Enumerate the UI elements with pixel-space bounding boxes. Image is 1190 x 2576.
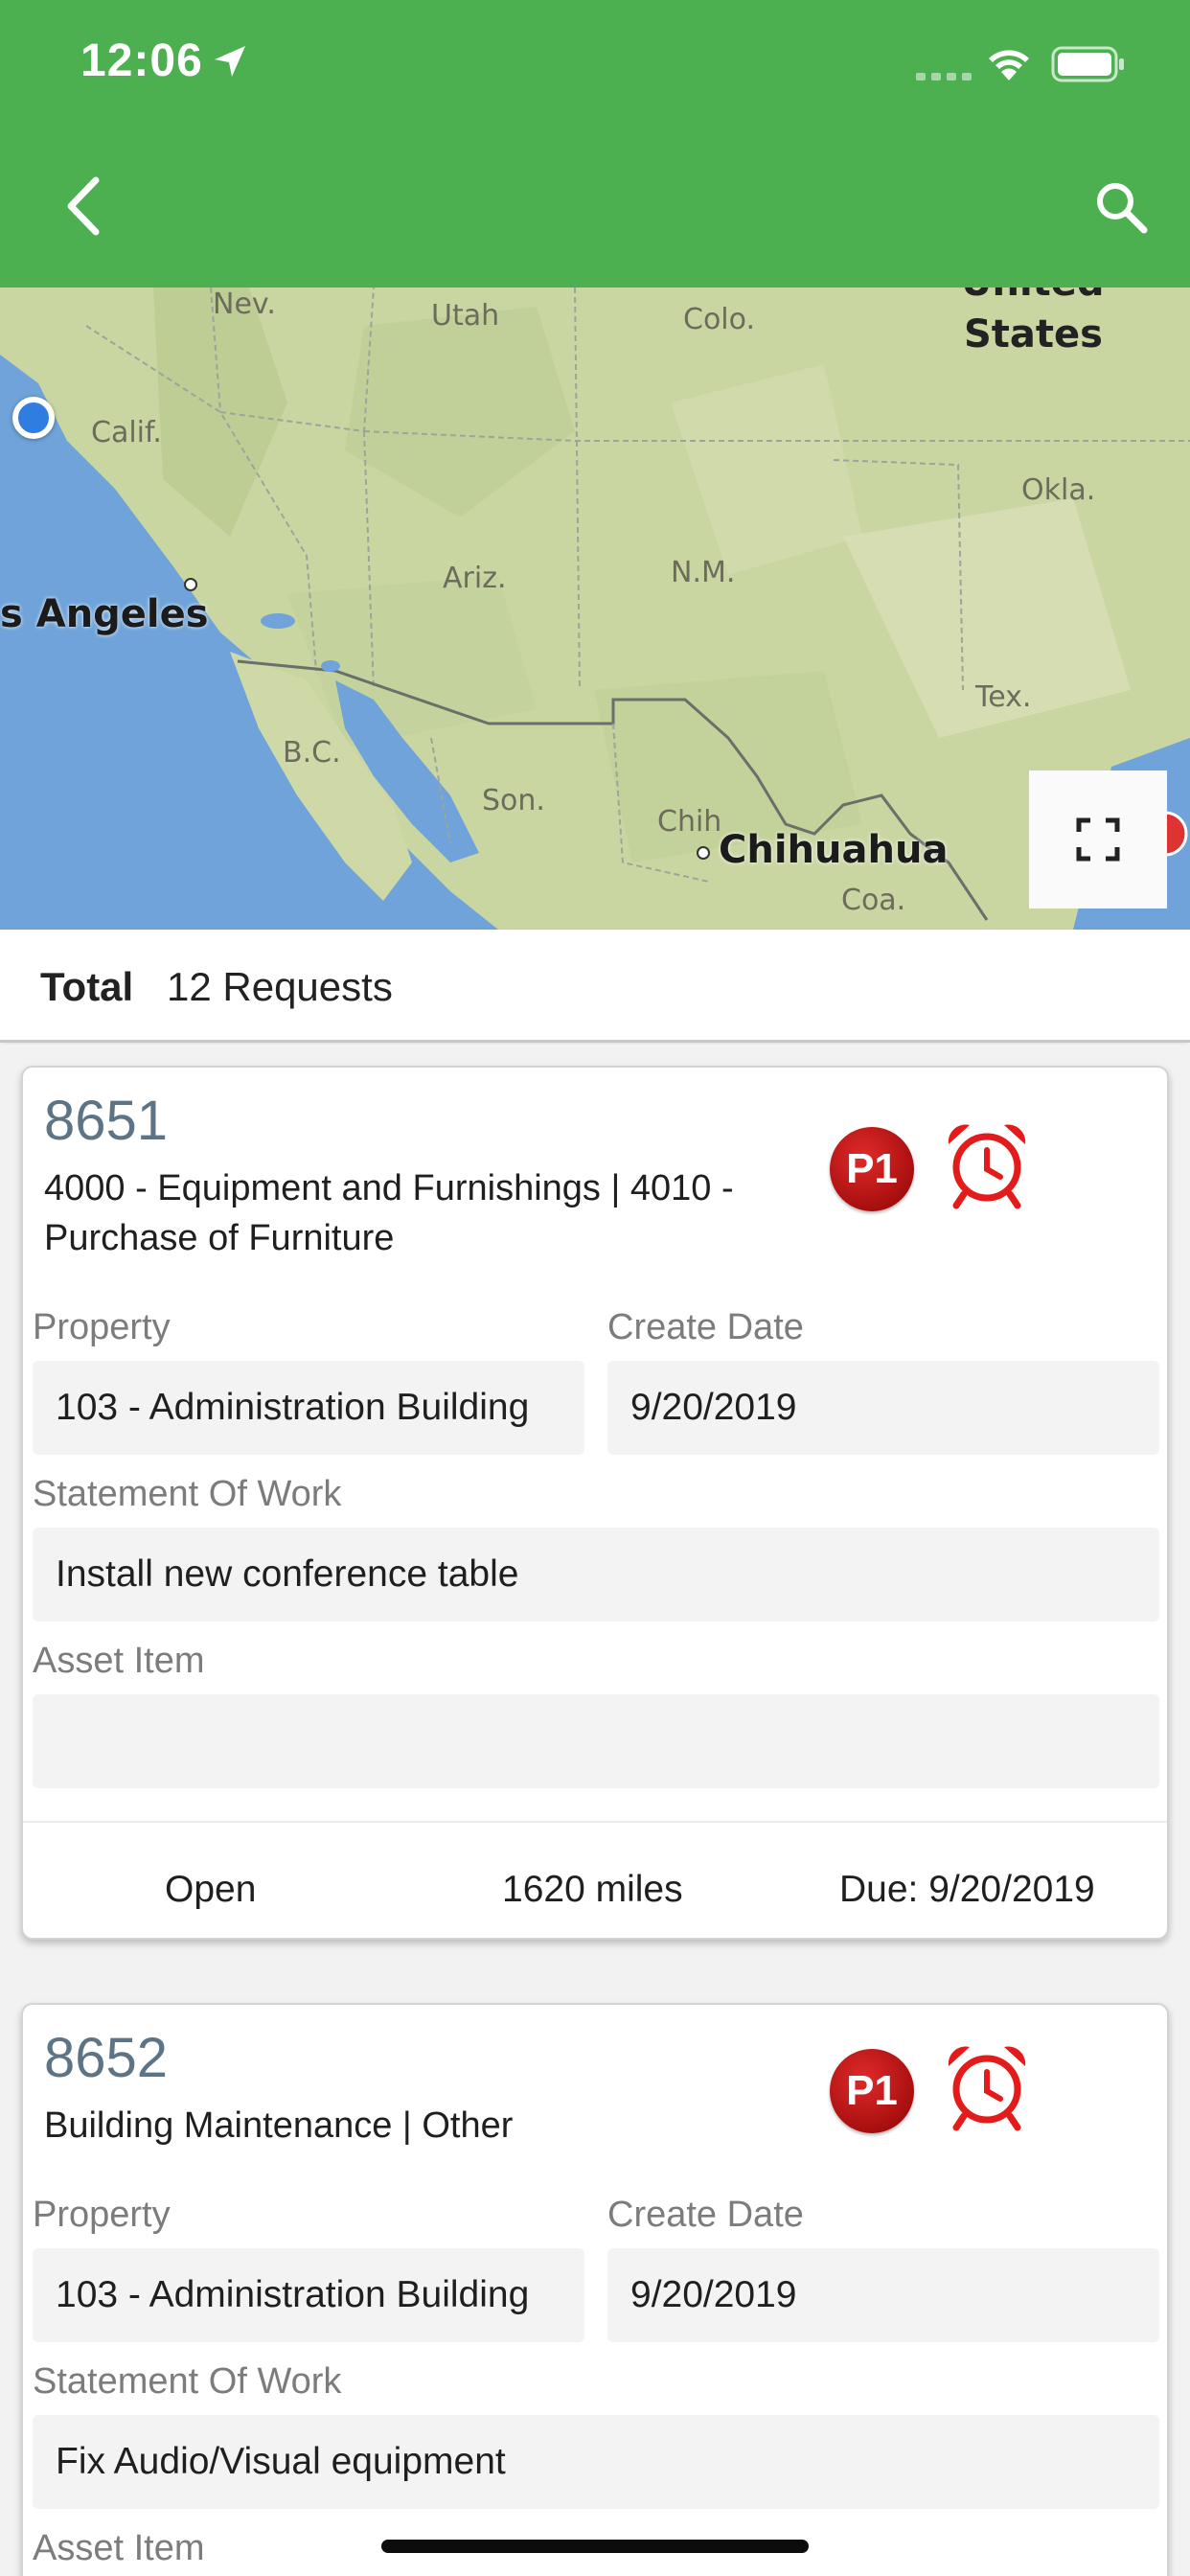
map-view[interactable]: Nev. Utah Colo. United States Calif. Okl…	[0, 288, 1190, 930]
search-icon	[1097, 183, 1148, 234]
app-header: 12:06	[0, 0, 1190, 288]
summary-label: Total	[40, 964, 134, 1009]
cellular-signal-icon	[916, 73, 972, 80]
request-category: Building Maintenance | Other	[44, 2105, 514, 2146]
map-label-los-angeles: s Angeles	[0, 592, 209, 636]
map-label-utah: Utah	[431, 299, 500, 333]
asset-item-value	[33, 1694, 1159, 1788]
map-label-chihuahua: Chihuahua	[719, 828, 949, 872]
search-button[interactable]	[1090, 176, 1152, 238]
map-label-california: Calif.	[91, 416, 162, 449]
request-id: 8651	[44, 1090, 169, 1152]
request-status: Open	[165, 1869, 257, 1910]
request-category: 4000 - Equipment and Furnishings | 4010 …	[44, 1168, 734, 1258]
map-label-arizona: Ariz.	[443, 562, 507, 595]
request-list[interactable]: 8651 4000 - Equipment and Furnishings | …	[0, 1045, 1190, 2576]
create-date-label: Create Date	[607, 2195, 804, 2235]
alarm-clock-icon	[948, 2046, 1026, 2131]
map-label-states: States	[964, 312, 1103, 356]
chevron-left-icon	[67, 176, 100, 236]
map-label-sonora: Son.	[482, 784, 545, 817]
create-date-value: 9/20/2019	[607, 2248, 1159, 2342]
home-indicator[interactable]	[381, 2540, 809, 2553]
battery-icon	[1051, 46, 1124, 82]
asset-item-label: Asset Item	[33, 2528, 205, 2568]
app-screen: 12:06 Nev. Utah Colo. States Calif. Okla…	[0, 0, 1190, 2576]
priority-badge: P1	[830, 2049, 914, 2133]
request-due-date: Due: 9/20/2019	[839, 1869, 1095, 1910]
map-expand-button[interactable]	[1029, 770, 1167, 908]
requests-summary: Total 12 Requests	[0, 930, 1190, 1043]
map-label-texas: Tex.	[975, 680, 1032, 714]
request-id: 8652	[44, 2027, 169, 2089]
create-date-label: Create Date	[607, 1307, 804, 1347]
priority-badge: P1	[830, 1127, 914, 1211]
map-label-oklahoma: Okla.	[1021, 473, 1096, 507]
statement-of-work-label: Statement Of Work	[33, 1474, 342, 1514]
status-bar: 12:06	[0, 0, 1190, 134]
map-label-chih: Chih	[657, 805, 722, 839]
property-label: Property	[33, 1307, 171, 1347]
property-value: 103 - Administration Building	[33, 1361, 584, 1455]
asset-item-label: Asset Item	[33, 1641, 205, 1681]
statement-of-work-value: Fix Audio/Visual equipment	[33, 2415, 1159, 2509]
request-card[interactable]: 8652 Building Maintenance | Other P1 Pro…	[21, 2003, 1169, 2576]
current-location-marker[interactable]	[12, 397, 55, 439]
request-distance: 1620 miles	[502, 1869, 683, 1910]
map-label-nevada: Nev.	[213, 288, 276, 321]
card-divider	[23, 1821, 1167, 1823]
map-label-colorado: Colo.	[683, 303, 755, 336]
summary-count: 12 Requests	[167, 964, 393, 1009]
request-card[interactable]: 8651 4000 - Equipment and Furnishings | …	[21, 1066, 1169, 1940]
map-label-new-mexico: N.M.	[671, 556, 736, 589]
location-arrow-icon	[215, 46, 245, 77]
statement-of-work-value: Install new conference table	[33, 1528, 1159, 1622]
map-label-coahuila: Coa.	[841, 884, 906, 917]
property-label: Property	[33, 2195, 171, 2235]
wifi-icon	[989, 50, 1029, 80]
statement-of-work-label: Statement Of Work	[33, 2361, 342, 2402]
alarm-clock-icon	[948, 1124, 1026, 1209]
expand-icon	[1076, 817, 1120, 862]
map-label-baja-california: B.C.	[283, 736, 341, 770]
back-button[interactable]	[54, 174, 111, 238]
property-value: 103 - Administration Building	[33, 2248, 584, 2342]
create-date-value: 9/20/2019	[607, 1361, 1159, 1455]
status-time: 12:06	[80, 35, 203, 86]
map-label-united: United	[961, 288, 1105, 305]
